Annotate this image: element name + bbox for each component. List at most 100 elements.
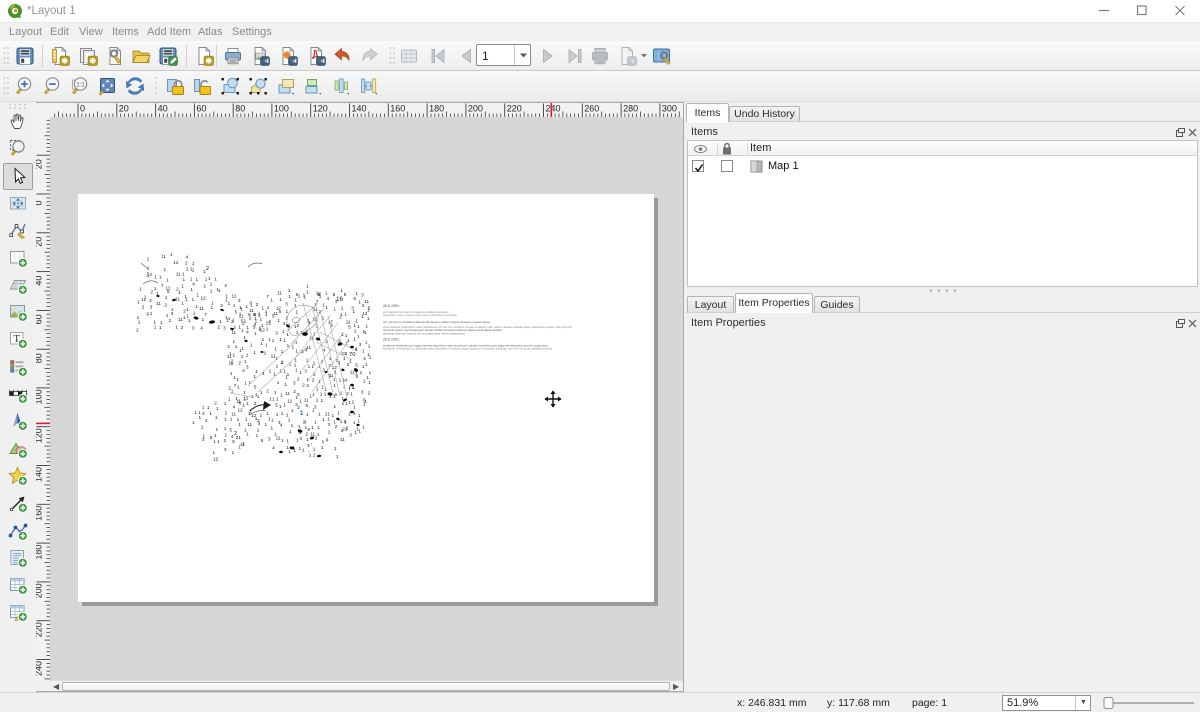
svg-text:1: 1 — [322, 417, 325, 422]
svg-text:1: 1 — [276, 412, 279, 417]
svg-text:1: 1 — [306, 290, 309, 295]
svg-text:1: 1 — [317, 432, 320, 437]
svg-text:1: 1 — [192, 261, 195, 266]
svg-text:1: 1 — [286, 332, 289, 337]
svg-text:1: 1 — [357, 419, 360, 424]
svg-text:20: 20 — [119, 104, 129, 114]
svg-text:1: 1 — [353, 337, 356, 342]
svg-text:1: 1 — [253, 350, 256, 355]
svg-text:1: 1 — [265, 422, 268, 427]
svg-text:1: 1 — [299, 399, 302, 404]
svg-text:1: 1 — [332, 413, 335, 418]
svg-text:1: 1 — [233, 352, 236, 357]
svg-text:2: 2 — [315, 436, 318, 441]
svg-text:1: 1 — [236, 377, 239, 382]
svg-text:4: 4 — [233, 404, 236, 409]
svg-text:1: 1 — [192, 267, 195, 272]
svg-text:11: 11 — [156, 301, 161, 306]
svg-text:2: 2 — [293, 389, 296, 394]
svg-text:1: 1 — [353, 323, 356, 328]
svg-text:5: 5 — [353, 296, 356, 301]
svg-text:2: 2 — [335, 424, 338, 429]
svg-text:1: 1 — [204, 284, 207, 289]
svg-text:2: 2 — [346, 426, 349, 431]
svg-text:100: 100 — [274, 104, 289, 114]
svg-text:2: 2 — [151, 290, 154, 295]
svg-text:4: 4 — [363, 356, 366, 361]
svg-text:1: 1 — [246, 304, 249, 309]
svg-text:1: 1 — [147, 257, 150, 262]
svg-text:160: 160 — [36, 506, 44, 521]
svg-text:1: 1 — [257, 427, 260, 432]
svg-text:2: 2 — [297, 323, 300, 328]
svg-text:6: 6 — [210, 435, 213, 440]
svg-text:1: 1 — [265, 309, 268, 314]
svg-text:1: 1 — [260, 412, 263, 417]
svg-text:4: 4 — [224, 283, 227, 288]
svg-text:1 1: 1 1 — [213, 439, 220, 444]
svg-text:5: 5 — [279, 309, 282, 314]
svg-text:12: 12 — [201, 295, 207, 300]
svg-text:1: 1 — [181, 301, 184, 306]
svg-text:4: 4 — [200, 326, 203, 331]
svg-text:pastoribus suum magna ratio at: pastoribus suum magna ratio atque pastor… — [383, 313, 457, 317]
svg-text:1: 1 — [357, 334, 360, 339]
svg-text:1: 1 — [250, 302, 253, 307]
svg-text:3: 3 — [246, 365, 249, 370]
svg-text:1: 1 — [188, 318, 191, 323]
svg-text:5: 5 — [254, 384, 257, 389]
svg-text:1: 1 — [272, 338, 275, 343]
svg-text:1: 1 — [239, 305, 242, 310]
svg-text:1: 1 — [333, 383, 336, 388]
svg-text:1: 1 — [226, 318, 229, 323]
svg-text:1: 1 — [159, 275, 162, 280]
svg-text:1: 1 — [353, 420, 356, 425]
svg-text:1: 1 — [316, 398, 319, 403]
svg-text:1: 1 — [214, 276, 217, 281]
svg-text:1: 1 — [334, 404, 337, 409]
svg-text:3: 3 — [258, 421, 261, 426]
svg-text:2: 2 — [181, 325, 184, 330]
svg-text:5: 5 — [235, 310, 238, 315]
svg-text:5: 5 — [355, 362, 358, 367]
svg-text:1: 1 — [197, 292, 200, 297]
svg-text:11: 11 — [247, 422, 252, 427]
svg-text:1: 1 — [244, 359, 247, 364]
svg-text:1: 1 — [208, 276, 211, 281]
svg-text:100: 100 — [36, 389, 44, 404]
svg-text:20: 20 — [36, 159, 44, 169]
svg-text:1: 1 — [298, 424, 301, 429]
svg-text:2: 2 — [266, 389, 269, 394]
svg-text:220: 220 — [36, 622, 44, 637]
svg-text:1: 1 — [366, 375, 369, 380]
svg-text:3: 3 — [149, 298, 152, 303]
svg-text:3: 3 — [192, 326, 195, 331]
svg-text:2: 2 — [165, 303, 168, 308]
svg-text:1: 1 — [363, 401, 366, 406]
svg-text:140: 140 — [352, 104, 367, 114]
svg-text:1: 1 — [288, 418, 291, 423]
svg-text:1: 1 — [202, 317, 205, 322]
svg-text:2: 2 — [256, 302, 259, 307]
svg-text:1: 1 — [163, 254, 166, 259]
svg-text:80: 80 — [36, 353, 44, 363]
svg-text:l: l — [349, 387, 350, 392]
svg-text:1: 1 — [365, 362, 368, 367]
svg-text:120: 120 — [36, 428, 44, 443]
svg-text:1: 1 — [193, 311, 196, 316]
svg-text:1: 1 — [291, 423, 294, 428]
svg-text:20: 20 — [36, 237, 44, 247]
svg-text:1: 1 — [328, 430, 331, 435]
svg-text:1: 1 — [311, 425, 314, 430]
svg-text:1: 1 — [336, 454, 339, 459]
svg-text:1: 1 — [325, 291, 328, 296]
svg-text:1: 1 — [228, 301, 231, 306]
svg-text:4: 4 — [345, 377, 348, 382]
svg-text:1: 1 — [369, 370, 372, 375]
svg-text:80: 80 — [235, 104, 245, 114]
svg-text:1: 1 — [276, 364, 279, 369]
svg-text:1: 1 — [139, 287, 142, 292]
svg-text:5: 5 — [306, 403, 309, 408]
svg-text:1: 1 — [299, 370, 302, 375]
svg-text:1: 1 — [246, 431, 249, 436]
